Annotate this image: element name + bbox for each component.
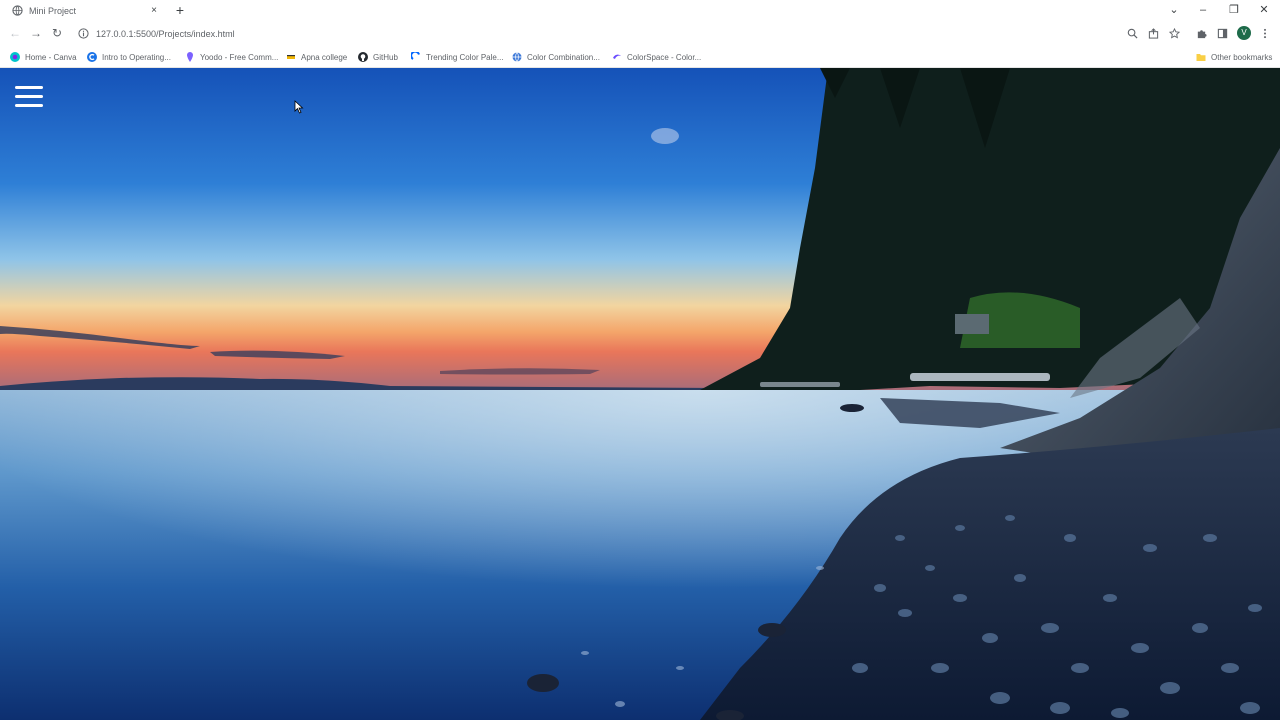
- address-bar[interactable]: 127.0.0.1:5500/Projects/index.html: [72, 24, 1116, 43]
- pin-icon: [185, 52, 195, 62]
- bookmarks-bar: Home - Canva Intro to Operating... Yoodo…: [0, 46, 1280, 68]
- close-window-button[interactable]: ✕: [1256, 2, 1272, 18]
- reload-button[interactable]: ↻: [50, 26, 64, 40]
- bookmark-trending-color[interactable]: Trending Color Pale...: [411, 50, 504, 64]
- tab-title: Mini Project: [29, 5, 77, 16]
- bookmark-star-icon[interactable]: [1168, 27, 1180, 39]
- minimize-button[interactable]: –: [1195, 2, 1211, 18]
- new-tab-button[interactable]: +: [173, 2, 187, 18]
- bookmark-color-combination[interactable]: Color Combination...: [512, 50, 600, 64]
- bookmark-apna-college[interactable]: Apna college: [286, 50, 347, 64]
- forward-button[interactable]: →: [29, 26, 43, 40]
- share-icon[interactable]: [1147, 27, 1159, 39]
- back-button[interactable]: ←: [8, 26, 22, 40]
- other-bookmarks[interactable]: Other bookmarks: [1196, 50, 1272, 64]
- side-panel-icon[interactable]: [1216, 27, 1228, 39]
- extensions-icon[interactable]: [1195, 27, 1207, 39]
- hero-background-image: [0, 68, 1280, 720]
- bookmark-home-canva[interactable]: Home - Canva: [10, 50, 77, 64]
- globe-icon: [512, 52, 522, 62]
- tab-search-icon[interactable]: ⌄: [1166, 2, 1182, 18]
- hamburger-icon-bar: [15, 86, 43, 89]
- globe-icon: [12, 5, 23, 16]
- hamburger-icon-bar: [15, 95, 43, 98]
- url-text: 127.0.0.1:5500/Projects/index.html: [96, 28, 235, 39]
- tab-mini-project[interactable]: Mini Project ×: [6, 0, 166, 21]
- page-viewport: [0, 68, 1280, 720]
- coolors-icon: [411, 52, 421, 62]
- canva-icon: [10, 52, 20, 62]
- c-icon: [87, 52, 97, 62]
- bookmark-yoodo[interactable]: Yoodo - Free Comm...: [185, 50, 278, 64]
- browser-toolbar: ← → ↻ 127.0.0.1:5500/Projects/index.html…: [0, 21, 1280, 46]
- restore-button[interactable]: ❐: [1226, 2, 1242, 18]
- tab-strip: Mini Project × + ⌄ – ❐ ✕: [0, 0, 1280, 21]
- mouse-cursor-icon: [294, 100, 304, 114]
- profile-avatar[interactable]: V: [1237, 26, 1251, 40]
- more-menu-icon[interactable]: [1259, 27, 1271, 39]
- bookmark-intro-os[interactable]: Intro to Operating...: [87, 50, 171, 64]
- zoom-icon[interactable]: [1126, 27, 1138, 39]
- info-icon[interactable]: [78, 28, 89, 39]
- colorspace-icon: [612, 52, 622, 62]
- apna-icon: [286, 52, 296, 62]
- hamburger-menu-button[interactable]: [14, 84, 44, 110]
- folder-icon: [1196, 52, 1206, 62]
- bookmark-github[interactable]: GitHub: [358, 50, 398, 64]
- hamburger-icon-bar: [15, 104, 43, 107]
- tab-close-icon[interactable]: ×: [148, 5, 160, 16]
- github-icon: [358, 52, 368, 62]
- bookmark-colorspace[interactable]: ColorSpace - Color...: [612, 50, 701, 64]
